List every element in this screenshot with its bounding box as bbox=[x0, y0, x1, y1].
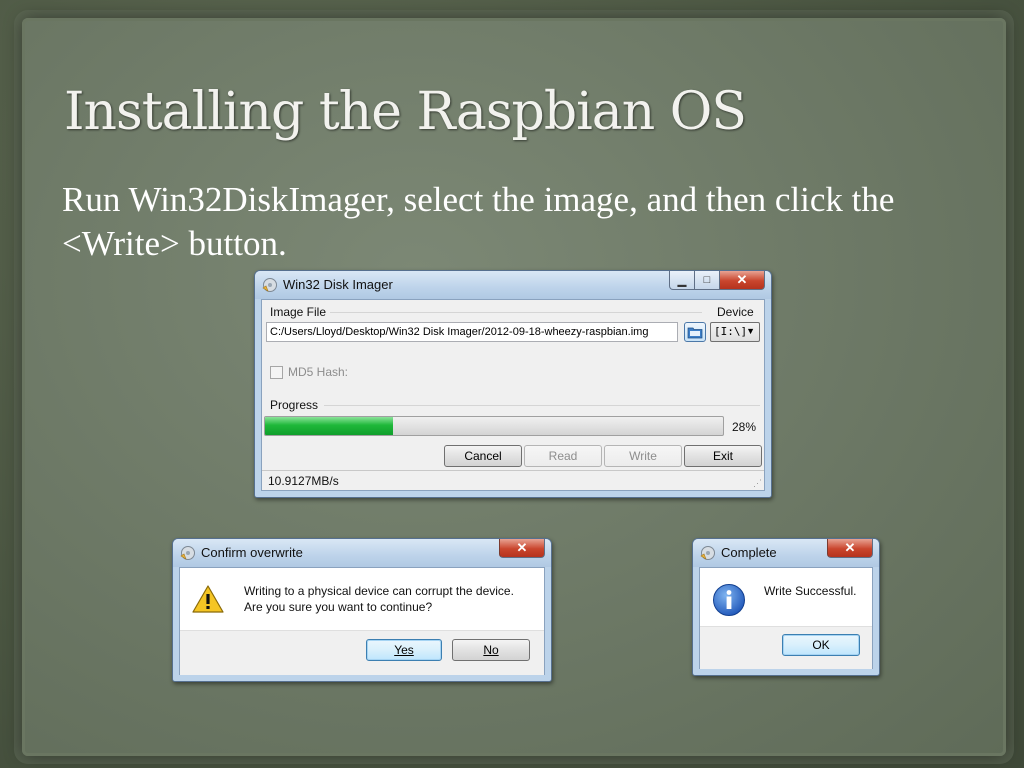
confirm-overwrite-dialog: Confirm overwrite ✕ Writing to a physica… bbox=[172, 538, 552, 682]
chevron-down-icon: ▼ bbox=[746, 326, 755, 336]
cancel-button[interactable]: Cancel bbox=[444, 445, 522, 467]
md5-checkbox[interactable] bbox=[270, 366, 283, 379]
maximize-button[interactable]: □ bbox=[695, 271, 720, 290]
status-text: 10.9127MB/s bbox=[268, 474, 339, 488]
close-icon: ✕ bbox=[844, 540, 856, 555]
maximize-icon: □ bbox=[703, 274, 711, 286]
confirm-message-line1: Writing to a physical device can corrupt… bbox=[244, 584, 514, 598]
progress-bar bbox=[264, 416, 724, 436]
confirm-titlebar[interactable]: Confirm overwrite ✕ bbox=[173, 539, 551, 567]
folder-browse-icon bbox=[687, 327, 703, 339]
confirm-message-line2: Are you sure you want to continue? bbox=[244, 600, 433, 614]
progress-percent: 28% bbox=[732, 420, 757, 434]
complete-dialog: Complete ✕ Write Successful. OK bbox=[692, 538, 880, 676]
disk-imager-window: Win32 Disk Imager ▁ □ ✕ Image File Devic… bbox=[254, 270, 772, 498]
read-button[interactable]: Read bbox=[524, 445, 602, 467]
confirm-close-button[interactable]: ✕ bbox=[499, 539, 545, 558]
image-path-value: C:/Users/Lloyd/Desktop/Win32 Disk Imager… bbox=[270, 326, 649, 338]
slide-title: Installing the Raspbian OS bbox=[64, 82, 747, 142]
progress-fill bbox=[265, 417, 394, 435]
device-value: [I:\] bbox=[714, 325, 748, 338]
yes-button[interactable]: Yes bbox=[366, 639, 442, 661]
complete-client: Write Successful. OK bbox=[699, 567, 873, 669]
device-label: Device bbox=[717, 305, 754, 319]
progress-label: Progress bbox=[270, 398, 319, 412]
disk-imager-titlebar[interactable]: Win32 Disk Imager ▁ □ ✕ bbox=[255, 271, 771, 299]
browse-button[interactable] bbox=[684, 322, 706, 342]
md5-label: MD5 Hash: bbox=[288, 365, 349, 379]
info-icon bbox=[713, 584, 745, 616]
disk-imager-title: Win32 Disk Imager bbox=[283, 277, 393, 292]
close-button[interactable]: ✕ bbox=[720, 271, 765, 290]
minimize-icon: ▁ bbox=[677, 274, 687, 287]
complete-titlebar[interactable]: Complete ✕ bbox=[693, 539, 879, 567]
complete-message: Write Successful. bbox=[764, 584, 857, 598]
slide-body-text: Run Win32DiskImager, select the image, a… bbox=[62, 180, 895, 263]
image-file-label: Image File bbox=[270, 305, 327, 319]
yes-button-label: Yes bbox=[394, 643, 414, 657]
disk-imager-icon bbox=[180, 546, 195, 560]
close-icon: ✕ bbox=[736, 272, 748, 287]
progress-divider bbox=[324, 405, 760, 406]
ok-button[interactable]: OK bbox=[782, 634, 860, 656]
complete-title: Complete bbox=[721, 545, 777, 560]
warning-icon bbox=[192, 585, 224, 613]
no-button[interactable]: No bbox=[452, 639, 530, 661]
minimize-button[interactable]: ▁ bbox=[669, 271, 695, 290]
status-divider bbox=[262, 470, 764, 471]
exit-button[interactable]: Exit bbox=[684, 445, 762, 467]
no-button-label: No bbox=[483, 643, 499, 657]
image-path-input[interactable]: C:/Users/Lloyd/Desktop/Win32 Disk Imager… bbox=[266, 322, 678, 342]
confirm-title: Confirm overwrite bbox=[201, 545, 303, 560]
complete-button-bar: OK bbox=[700, 626, 872, 669]
device-select[interactable]: [I:\] ▼ bbox=[710, 322, 760, 342]
complete-close-button[interactable]: ✕ bbox=[827, 539, 873, 558]
disk-imager-icon bbox=[262, 278, 277, 292]
disk-imager-icon bbox=[700, 546, 715, 560]
confirm-button-bar: Yes No bbox=[180, 630, 544, 675]
write-button[interactable]: Write bbox=[604, 445, 682, 467]
close-icon: ✕ bbox=[516, 540, 528, 555]
image-file-divider bbox=[330, 312, 702, 313]
confirm-client: Writing to a physical device can corrupt… bbox=[179, 567, 545, 675]
disk-imager-client: Image File Device C:/Users/Lloyd/Desktop… bbox=[261, 299, 765, 491]
resize-grip-icon[interactable]: ⋰ bbox=[753, 478, 762, 489]
